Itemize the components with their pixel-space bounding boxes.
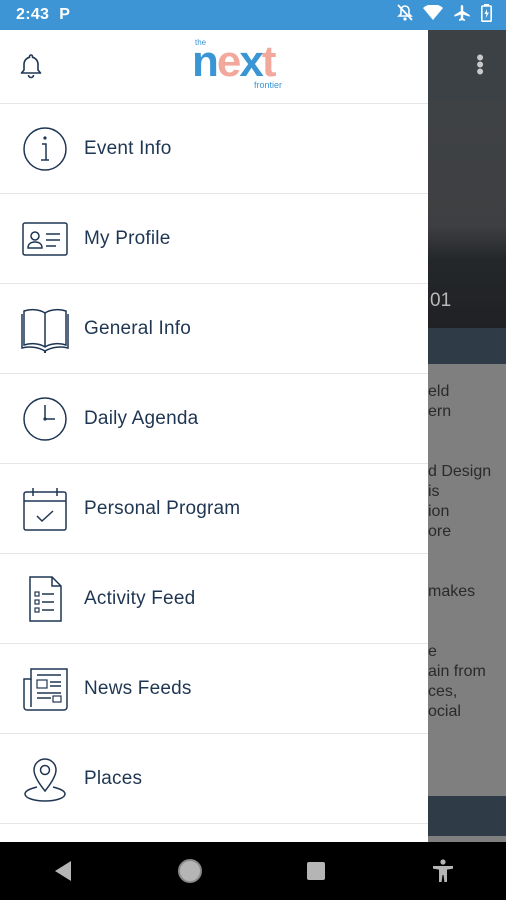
drawer-item-label: My Profile	[84, 227, 171, 249]
checklist-document-icon	[20, 574, 70, 624]
drawer-item-general-info[interactable]: General Info	[0, 284, 428, 374]
notification-badge: P	[59, 6, 70, 23]
back-icon[interactable]	[43, 851, 83, 891]
drawer-item-label: General Info	[84, 317, 191, 339]
home-icon[interactable]	[170, 851, 210, 891]
drawer-item-label: News Feeds	[84, 677, 192, 699]
navigation-drawer: the next frontier Event Info My Profile …	[0, 30, 428, 842]
drawer-item-label: Activity Feed	[84, 587, 196, 609]
info-icon	[20, 124, 70, 174]
overflow-menu-icon: • • •	[476, 45, 484, 84]
system-navigation-bar	[0, 842, 506, 900]
drawer-item-label: Daily Agenda	[84, 407, 199, 429]
clock-icon	[20, 394, 70, 444]
accessibility-icon[interactable]	[423, 851, 463, 891]
recents-icon[interactable]	[296, 851, 336, 891]
status-bar: 2:43 P	[0, 0, 506, 30]
newspaper-icon	[20, 664, 70, 714]
drawer-item-label: Places	[84, 767, 143, 789]
map-pin-icon	[20, 754, 70, 804]
logo-tagline: frontier	[254, 80, 283, 90]
background-app-dimmed[interactable]: • • • 01 eld ern d Design is ion ore makes…	[428, 30, 506, 842]
airplane-icon	[453, 4, 471, 27]
app-logo: the next frontier	[190, 38, 300, 98]
bell-off-icon	[397, 3, 413, 27]
status-time: 2:43	[16, 6, 50, 23]
drawer-item-news-feeds[interactable]: News Feeds	[0, 644, 428, 734]
logo-wordmark: next	[192, 37, 276, 86]
background-bottom-band	[428, 796, 506, 836]
drawer-header: the next frontier	[0, 30, 428, 104]
book-icon	[20, 304, 70, 354]
background-band	[428, 328, 506, 364]
background-paragraph: e ain from ces, ocial	[428, 643, 486, 720]
background-toolbar: • • •	[428, 30, 506, 100]
drawer-item-label: Event Info	[84, 137, 172, 159]
status-icons	[397, 3, 492, 27]
drawer-item-label: Personal Program	[84, 497, 241, 519]
drawer-item-places[interactable]: Places	[0, 734, 428, 824]
background-paragraph: makes	[428, 583, 476, 600]
battery-icon	[481, 3, 492, 27]
bell-icon[interactable]	[17, 52, 45, 85]
drawer-item-personal-program[interactable]: Personal Program	[0, 464, 428, 554]
drawer-item-activity-feed[interactable]: Activity Feed	[0, 554, 428, 644]
background-hero-text: 01	[430, 290, 452, 311]
background-paragraph: d Design is ion ore	[428, 463, 492, 540]
drawer-item-daily-agenda[interactable]: Daily Agenda	[0, 374, 428, 464]
calendar-check-icon	[20, 484, 70, 534]
drawer-item-event-info[interactable]: Event Info	[0, 104, 428, 194]
background-paragraph: eld ern	[428, 383, 452, 420]
id-card-icon	[20, 214, 70, 264]
drawer-item-my-profile[interactable]: My Profile	[0, 194, 428, 284]
wifi-icon	[423, 3, 443, 26]
